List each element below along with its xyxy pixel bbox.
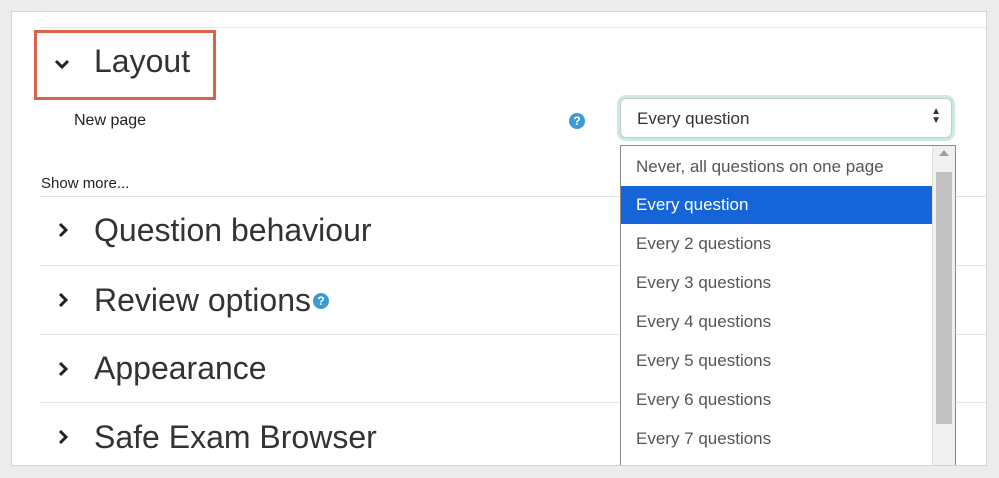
help-icon[interactable]: ? — [569, 113, 585, 129]
scroll-up-arrow-icon[interactable] — [939, 150, 949, 156]
dropdown-option[interactable]: Every 2 questions — [621, 225, 932, 263]
dropdown-option-selected[interactable]: Every question — [621, 186, 932, 224]
top-divider — [40, 27, 986, 28]
new-page-dropdown-list[interactable]: Never, all questions on one page Every q… — [620, 145, 956, 465]
chevron-down-icon[interactable] — [52, 54, 72, 74]
select-arrows-icon: ▲ ▼ — [931, 106, 941, 126]
section-question-behaviour[interactable]: Question behaviour — [94, 212, 372, 249]
chevron-right-icon[interactable] — [53, 427, 73, 447]
scrollbar-thumb[interactable] — [936, 172, 952, 424]
dropdown-option[interactable]: Never, all questions on one page — [621, 148, 932, 186]
chevron-right-icon[interactable] — [53, 290, 73, 310]
show-more-link[interactable]: Show more... — [41, 175, 129, 192]
dropdown-scrollbar[interactable] — [932, 146, 955, 465]
dropdown-option[interactable]: Every 7 questions — [621, 420, 932, 458]
section-review-options[interactable]: Review options — [94, 282, 311, 319]
quiz-settings-panel: Layout New page ? Every question ▲ ▼ Show… — [11, 11, 987, 466]
select-value: Every question — [637, 109, 750, 128]
layout-section-title[interactable]: Layout — [94, 43, 190, 80]
chevron-right-icon[interactable] — [53, 220, 73, 240]
new-page-label: New page — [74, 112, 147, 129]
section-appearance[interactable]: Appearance — [94, 350, 267, 387]
dropdown-option[interactable]: Every 4 questions — [621, 303, 932, 341]
help-icon[interactable]: ? — [313, 293, 329, 309]
dropdown-option[interactable]: Every 6 questions — [621, 381, 932, 419]
section-safe-exam-browser[interactable]: Safe Exam Browser — [94, 419, 377, 456]
dropdown-option[interactable]: Every 5 questions — [621, 342, 932, 380]
chevron-right-icon[interactable] — [53, 359, 73, 379]
new-page-select[interactable]: Every question ▲ ▼ — [620, 98, 952, 138]
dropdown-option[interactable]: Every 3 questions — [621, 264, 932, 302]
